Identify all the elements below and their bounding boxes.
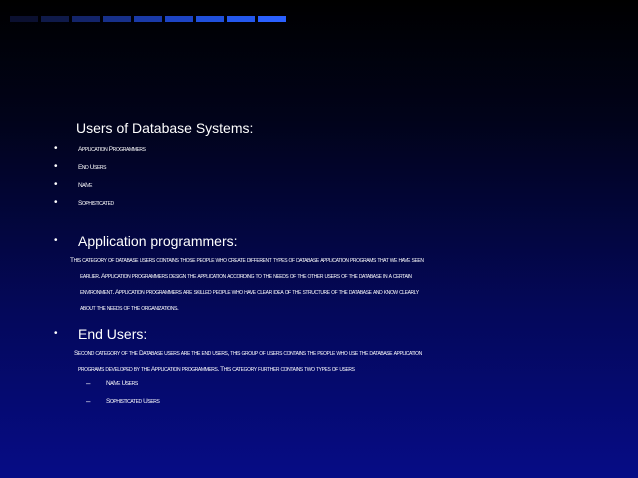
paragraph-line: earlier. Application programmers design … bbox=[80, 273, 412, 280]
bullet-icon: • bbox=[54, 197, 58, 208]
list-item: • Sophisticated bbox=[54, 197, 114, 208]
list-item: – Naïve Users bbox=[86, 378, 138, 388]
section-title: Application programmers: bbox=[78, 233, 238, 249]
accent-segment bbox=[10, 16, 38, 22]
accent-segment bbox=[41, 16, 69, 22]
bullet-icon: • bbox=[54, 235, 58, 246]
dash-icon: – bbox=[86, 396, 91, 406]
accent-segment bbox=[227, 16, 255, 22]
user-types-list: • Application Programmers • End Users • Naï… bbox=[54, 140, 146, 212]
bullet-icon: • bbox=[54, 143, 58, 154]
list-item: • Application Programmers bbox=[54, 143, 146, 154]
dash-icon: – bbox=[86, 378, 91, 388]
accent-segment bbox=[165, 16, 193, 22]
paragraph-line: Second category of the Database users ar… bbox=[74, 350, 422, 357]
application-programmers-paragraph: This category of database users contains… bbox=[70, 253, 590, 317]
section-end-users: • End Users: bbox=[54, 326, 147, 342]
paragraph-line: about the needs of the organizations. bbox=[80, 305, 179, 312]
section-title: End Users: bbox=[78, 326, 148, 342]
accent-segment bbox=[103, 16, 131, 22]
paragraph-line: environment. Application programmers are… bbox=[80, 289, 419, 296]
accent-segment bbox=[134, 16, 162, 22]
bullet-icon: • bbox=[54, 161, 58, 172]
end-user-subtypes-list: – Naïve Users – Sophisticated Users bbox=[86, 374, 160, 410]
list-item: – Sophisticated Users bbox=[86, 396, 160, 406]
slide-heading: Users of Database Systems: bbox=[76, 120, 254, 136]
accent-segment bbox=[258, 16, 286, 22]
accent-segment bbox=[196, 16, 224, 22]
bullet-icon: • bbox=[54, 328, 58, 339]
list-item: • End Users bbox=[54, 161, 107, 172]
bullet-icon: • bbox=[54, 179, 58, 190]
paragraph-line: This category of database users contains… bbox=[70, 257, 424, 264]
slide: Users of Database Systems: • Application … bbox=[0, 0, 638, 478]
section-application-programmers: • Application programmers: bbox=[54, 233, 238, 249]
list-item: • Naïve bbox=[54, 179, 93, 190]
accent-segment bbox=[72, 16, 100, 22]
top-accent-bar bbox=[10, 16, 286, 22]
